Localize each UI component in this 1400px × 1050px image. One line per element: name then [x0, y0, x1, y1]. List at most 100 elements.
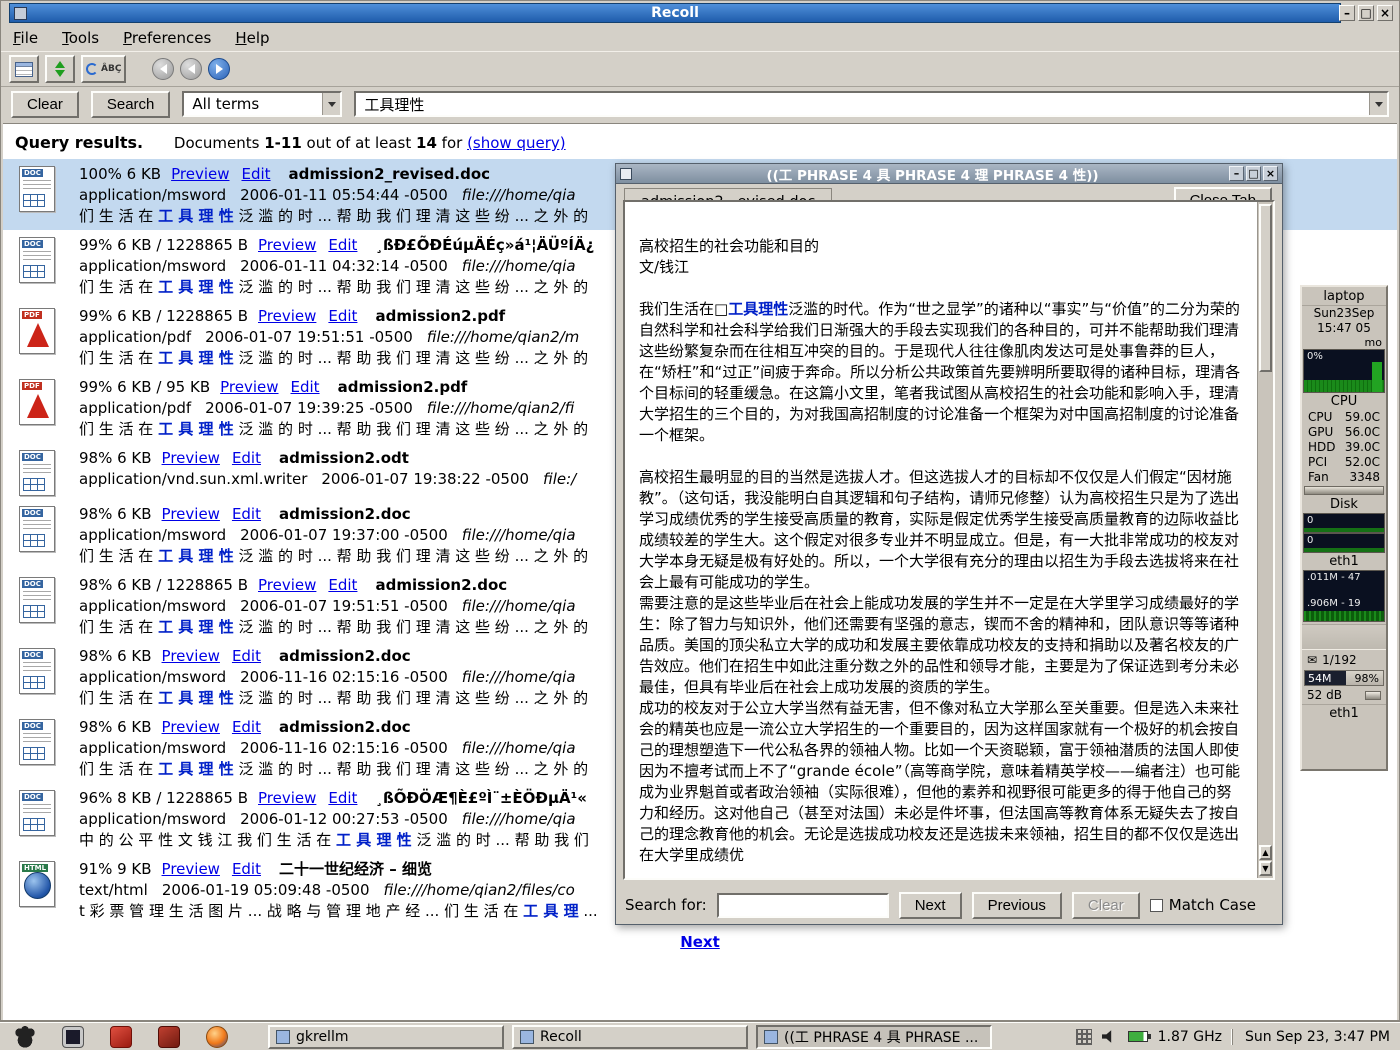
preview-link[interactable]: Preview [162, 860, 220, 878]
search-button[interactable]: Search [91, 91, 171, 118]
preview-paragraph: 高校招生最明显的目的当然是选拔人才。但这选拔人才的目标却不仅仅是人们假定“因材施… [639, 467, 1242, 593]
preview-link[interactable]: Preview [171, 165, 229, 183]
preview-link[interactable]: Preview [258, 576, 316, 594]
preview-link[interactable]: Preview [220, 378, 278, 396]
preview-link[interactable]: Preview [258, 789, 316, 807]
edit-link[interactable]: Edit [328, 236, 357, 254]
next-page-link[interactable]: Next [680, 933, 720, 951]
edit-link[interactable]: Edit [328, 307, 357, 325]
preview-link[interactable]: Preview [162, 505, 220, 523]
red-app-launcher-icon[interactable] [110, 1026, 132, 1048]
disk-section-label: Disk [1302, 496, 1386, 513]
result-filename: admission2.doc [279, 647, 411, 665]
match-case-option[interactable]: Match Case [1150, 896, 1256, 914]
clear-button[interactable]: Clear [11, 91, 79, 118]
maximize-icon[interactable]: □ [1358, 5, 1374, 21]
docs-range: 1-11 [264, 134, 302, 152]
history-forward-icon[interactable] [208, 58, 230, 80]
mail-row: ✉ 1/192 [1302, 652, 1386, 669]
edit-link[interactable]: Edit [241, 165, 270, 183]
disk-write-chart: 0 [1303, 533, 1385, 553]
edit-link[interactable]: Edit [232, 505, 261, 523]
menu-preferences[interactable]: Preferences [123, 29, 211, 47]
memory-meter: 54M 98% [1304, 670, 1384, 686]
window-titlebar[interactable]: Recoll – □ × [1, 1, 1399, 25]
preview-scrollbar[interactable]: ▲ ▼ [1257, 202, 1273, 878]
chevron-down-icon[interactable] [322, 93, 340, 115]
edit-link[interactable]: Edit [232, 449, 261, 467]
task-recoll[interactable]: Recoll [512, 1025, 748, 1049]
scroll-up-icon[interactable]: ▲ [1259, 845, 1272, 860]
scroll-down-icon[interactable]: ▼ [1259, 861, 1272, 876]
find-label: Search for: [625, 896, 707, 914]
result-mimetype: application/msword [79, 597, 226, 615]
net-tx-value: .906M - 19 [1307, 598, 1361, 609]
find-input[interactable] [717, 893, 889, 918]
term-explorer-button[interactable]: ÂBÇ [81, 55, 126, 83]
result-datetime: 2006-01-07 19:37:00 -0500 [240, 526, 448, 544]
find-clear-button[interactable]: Clear [1072, 892, 1140, 919]
preview-link[interactable]: Preview [162, 647, 220, 665]
task-preview[interactable]: ((工 PHRASE 4 具 PHRASE ... [756, 1025, 992, 1049]
edit-link[interactable]: Edit [232, 647, 261, 665]
darkred-app-launcher-icon[interactable] [158, 1026, 180, 1048]
preview-link[interactable]: Preview [162, 718, 220, 736]
edit-link[interactable]: Edit [232, 860, 261, 878]
search-mode-select[interactable]: All terms [182, 91, 342, 117]
titlebar-blue-area[interactable]: Recoll [9, 3, 1341, 23]
match-case-checkbox[interactable] [1150, 899, 1163, 912]
gkrellm-panel[interactable]: laptop Sun23Sep 15:47 05 mo 0% CPU CPU 5… [1300, 285, 1388, 771]
preview-link[interactable]: Preview [162, 449, 220, 467]
edit-link[interactable]: Edit [328, 789, 357, 807]
volume-knob[interactable] [1365, 691, 1381, 700]
search-input[interactable] [356, 95, 1369, 113]
query-history-chevron-icon[interactable] [1369, 93, 1387, 115]
paw-launcher-icon[interactable] [14, 1026, 36, 1048]
pager-grid-icon[interactable] [1076, 1029, 1092, 1045]
edit-link[interactable]: Edit [232, 718, 261, 736]
disk-read-value: 0 [1307, 515, 1313, 526]
result-mimetype: application/pdf [79, 328, 191, 346]
firefox-launcher-icon[interactable] [206, 1026, 228, 1048]
minimize-icon[interactable]: – [1339, 5, 1355, 21]
menu-help[interactable]: Help [235, 29, 269, 47]
edit-link[interactable]: Edit [328, 576, 357, 594]
speaker-icon[interactable] [1102, 1030, 1118, 1044]
close-icon[interactable]: × [1377, 5, 1393, 21]
task-label: ((工 PHRASE 4 具 PHRASE ... [784, 1027, 978, 1047]
preview-close-icon[interactable]: × [1263, 166, 1278, 181]
result-url: file:///home/qia [462, 186, 576, 204]
results-header: Query results. Documents 1-11 out of at … [3, 124, 1397, 159]
taskbar-clock[interactable]: Sun Sep 23, 3:47 PM [1232, 1029, 1390, 1045]
scrollbar-thumb[interactable] [1259, 204, 1272, 372]
volume-value: 52 dB [1307, 687, 1342, 704]
query-combo[interactable] [354, 91, 1389, 117]
menubar: File Tools Preferences Help [1, 27, 1399, 49]
preview-minimize-icon[interactable]: – [1229, 166, 1244, 181]
sort-button[interactable] [45, 55, 75, 83]
preview-link[interactable]: Preview [258, 236, 316, 254]
query-details-button[interactable] [9, 55, 39, 83]
task-gkrellm[interactable]: gkrellm [268, 1025, 504, 1049]
doc-file-icon: DOC [11, 504, 63, 567]
preview-window[interactable]: ((工 PHRASE 4 具 PHRASE 4 理 PHRASE 4 性)) –… [615, 163, 1283, 925]
sensor-value: 59.0C [1345, 410, 1380, 425]
edit-link[interactable]: Edit [291, 378, 320, 396]
menu-tools[interactable]: Tools [62, 29, 99, 47]
result-url: file:///home/qia [462, 597, 576, 615]
history-back-icon[interactable] [152, 58, 174, 80]
find-next-button[interactable]: Next [899, 892, 962, 919]
preview-link[interactable]: Preview [258, 307, 316, 325]
preview-maximize-icon[interactable]: □ [1246, 166, 1261, 181]
battery-icon[interactable] [1128, 1031, 1148, 1042]
menu-file[interactable]: File [13, 29, 38, 47]
terminal-launcher-icon[interactable] [62, 1026, 84, 1048]
result-filename: ¸ßÐ£ÕÐÉúµÄÉç»á¹¦ÄÜºÍÄ¿ [375, 236, 594, 254]
gkrellm-footer-label: eth1 [1302, 704, 1386, 723]
history-back-alt-icon[interactable] [180, 58, 202, 80]
circular-arrow-icon [86, 63, 98, 75]
find-previous-button[interactable]: Previous [972, 892, 1062, 919]
show-query-link[interactable]: (show query) [467, 134, 566, 152]
preview-titlebar[interactable]: ((工 PHRASE 4 具 PHRASE 4 理 PHRASE 4 性)) –… [616, 164, 1282, 184]
sensor-name: HDD [1308, 440, 1336, 455]
